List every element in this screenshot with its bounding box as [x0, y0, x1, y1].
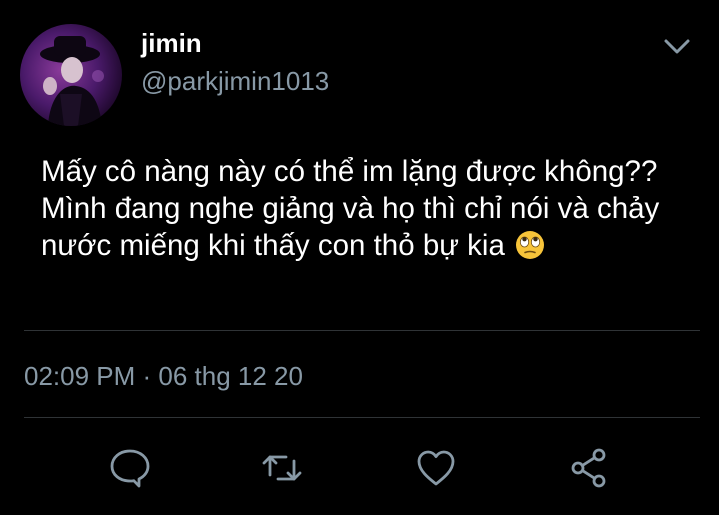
chevron-down-icon[interactable]	[660, 34, 694, 58]
retweet-button[interactable]	[258, 444, 306, 492]
share-button[interactable]	[566, 444, 614, 492]
rolling-eyes-emoji-icon	[515, 230, 545, 260]
tweet-text: Mấy cô nàng này có thể im lặng được khôn…	[41, 153, 691, 264]
user-handle[interactable]: @parkjimin1013	[141, 66, 329, 96]
like-button[interactable]	[412, 444, 460, 492]
display-name[interactable]: jimin	[141, 28, 202, 58]
speech-bubble-icon	[110, 449, 150, 488]
reply-button[interactable]	[106, 444, 154, 492]
tweet-timestamp[interactable]: 02:09 PM · 06 thg 12 20	[24, 361, 303, 391]
divider	[24, 417, 700, 418]
divider	[24, 330, 700, 331]
heart-icon	[417, 450, 455, 486]
retweet-arrows-icon	[262, 455, 302, 481]
avatar-image	[40, 36, 104, 126]
avatar[interactable]	[20, 24, 122, 126]
tweet-text-content: Mấy cô nàng này có thể im lặng được khôn…	[41, 155, 660, 262]
tweet-actions-bar	[0, 444, 719, 492]
share-nodes-icon	[571, 448, 606, 488]
